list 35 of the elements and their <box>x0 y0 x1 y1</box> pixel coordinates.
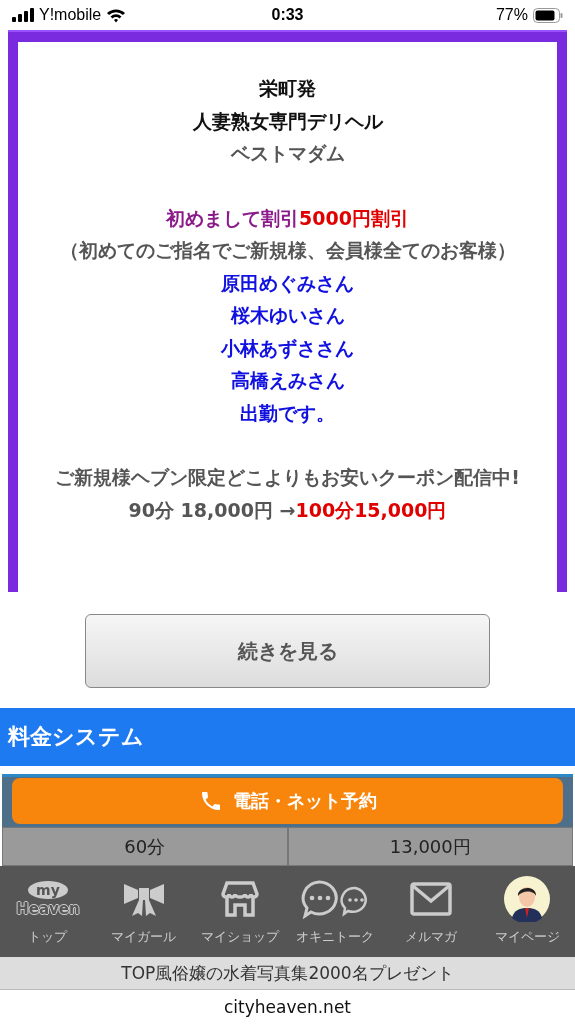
nav-tab[interactable]: メルマガ <box>383 874 480 957</box>
shop-icon <box>220 880 259 918</box>
battery-percent: 77% <box>495 6 528 24</box>
nav-tab[interactable]: マイショップ <box>191 874 288 957</box>
show-more-button[interactable]: 続きを見る <box>85 614 490 688</box>
nav-tab[interactable]: マイガール <box>95 874 192 957</box>
notice-text: 栄町発 <box>258 76 317 101</box>
reserve-button[interactable]: 電話・ネット予約 <box>12 778 563 824</box>
wifi-icon <box>106 7 127 23</box>
notice-text: ベストマダム <box>229 141 346 166</box>
clock-time: 0:33 <box>271 6 304 24</box>
promo-banner[interactable]: TOP風俗嬢の水着写真集2000名プレゼント <box>0 957 575 990</box>
site-domain: cityheaven.net <box>223 997 351 1017</box>
battery-icon <box>533 7 563 23</box>
notice-text: 桜木ゆいさん <box>229 303 346 328</box>
notice-text: 高橋えみさん <box>229 368 346 393</box>
nav-tab[interactable]: オキニトーク <box>287 874 384 957</box>
notice-text: 人妻熟女専門デリヘル <box>191 108 384 134</box>
banner-text: TOP風俗嬢の水着写真集2000名プレゼント <box>121 961 454 985</box>
notice-text: 初めまして割引 5000円割引 <box>165 205 410 231</box>
notice-text: 90分 18,000円 →100分15,000円 <box>127 497 448 523</box>
section-title: 料金システム <box>8 723 144 751</box>
nav-tab[interactable]: マイページ <box>479 874 575 957</box>
notice-text: 小林あずささん <box>220 335 355 361</box>
mail-icon <box>410 882 453 916</box>
carrier-name: Y!mobile <box>39 6 102 24</box>
table-cell: 13,000円 <box>287 827 573 866</box>
notice-text: （初めてのご指名でご新規様、会員様全てのお客様） <box>58 238 517 263</box>
signal-icon <box>12 8 34 22</box>
notice-text: 原田めぐみさん <box>220 270 355 296</box>
notice-text: ご新規様ヘブン限定どこよりもお安いクーポン配信中! <box>54 465 521 490</box>
table-cell: 60分 <box>2 827 288 866</box>
nav-tab[interactable]: my Heaven トップ <box>0 874 96 957</box>
avatar-icon <box>504 876 551 922</box>
notice-text: 出勤です。 <box>239 400 336 426</box>
